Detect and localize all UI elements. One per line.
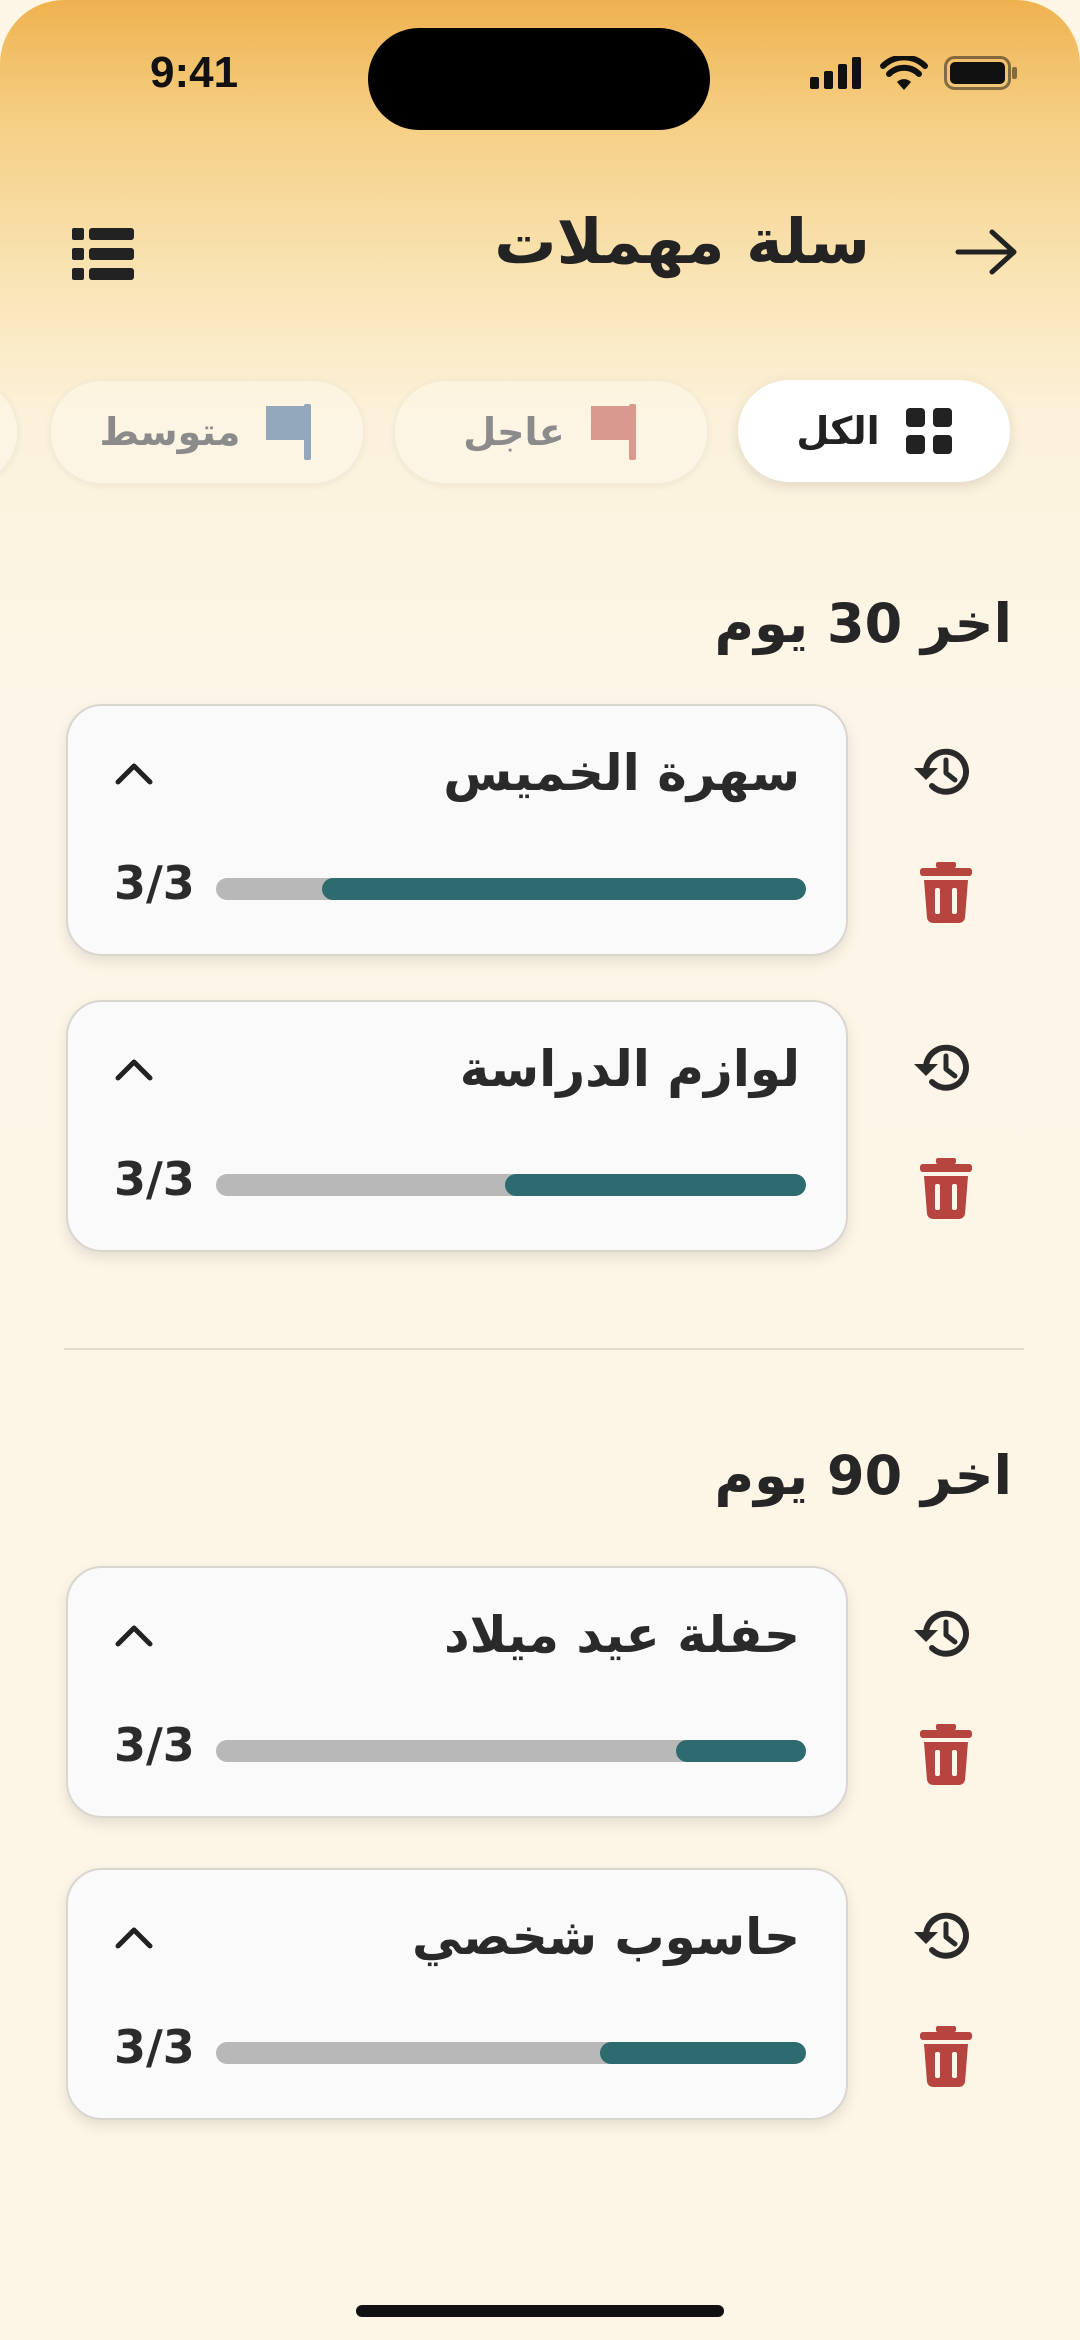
progress-bar — [216, 2042, 806, 2064]
item-count: 3/3 — [114, 1152, 195, 1206]
list-card[interactable]: حاسوب شخصي 3/3 — [66, 1868, 848, 2120]
item-count: 3/3 — [114, 856, 195, 910]
chevron-up-icon[interactable] — [112, 758, 156, 788]
list-name: حفلة عيد ميلاد — [443, 1606, 800, 1664]
section-divider — [64, 1348, 1024, 1350]
status-time: 9:41 — [150, 48, 239, 97]
home-indicator[interactable] — [356, 2305, 724, 2317]
status-icons — [810, 56, 1018, 90]
cellular-signal-icon — [810, 57, 861, 89]
restore-history-icon[interactable] — [912, 1036, 976, 1100]
list-card[interactable]: سهرة الخميس 3/3 — [66, 704, 848, 956]
list-menu-icon[interactable] — [72, 228, 134, 280]
trash-icon[interactable] — [914, 860, 978, 924]
filter-chip-urgent[interactable]: عاجل — [394, 380, 708, 484]
progress-fill — [505, 1174, 806, 1196]
restore-history-icon[interactable] — [912, 740, 976, 804]
filter-chip-label: الكل — [796, 409, 880, 453]
trash-icon[interactable] — [914, 1156, 978, 1220]
item-count: 3/3 — [114, 2020, 195, 2074]
section-title: اخر 90 يوم — [714, 1444, 1013, 1507]
chevron-up-icon[interactable] — [112, 1054, 156, 1084]
trash-icon[interactable] — [914, 1722, 978, 1786]
list-name: حاسوب شخصي — [411, 1908, 800, 1966]
progress-fill — [676, 1740, 806, 1762]
list-card[interactable]: لوازم الدراسة 3/3 — [66, 1000, 848, 1252]
grid-icon — [905, 408, 952, 454]
chevron-up-icon[interactable] — [112, 1620, 156, 1650]
chevron-up-icon[interactable] — [112, 1922, 156, 1952]
trash-icon[interactable] — [914, 2024, 978, 2088]
flag-icon — [266, 404, 312, 460]
filter-chip-label: عاجل — [463, 410, 565, 454]
item-count: 3/3 — [114, 1718, 195, 1772]
list-name: لوازم الدراسة — [459, 1040, 800, 1098]
filter-chip-all[interactable]: الكل — [738, 380, 1010, 482]
filter-chip-label: متوسط — [99, 410, 241, 454]
back-arrow-icon[interactable] — [952, 222, 1022, 282]
wifi-icon — [880, 56, 928, 90]
restore-history-icon[interactable] — [912, 1602, 976, 1666]
battery-icon — [944, 56, 1017, 90]
list-card[interactable]: حفلة عيد ميلاد 3/3 — [66, 1566, 848, 1818]
list-name: سهرة الخميس — [443, 744, 800, 802]
flag-icon — [590, 404, 636, 460]
progress-bar — [216, 878, 806, 900]
progress-bar — [216, 1740, 806, 1762]
progress-bar — [216, 1174, 806, 1196]
filter-chip-partial[interactable] — [0, 380, 18, 484]
progress-fill — [599, 2042, 806, 2064]
dynamic-island — [368, 28, 710, 130]
app-screen: 9:41 سلة مهملات الكل عاجل متوسط اخر 30 ي… — [0, 0, 1080, 2340]
page-title: سلة مهملات — [494, 205, 870, 278]
section-title: اخر 30 يوم — [714, 592, 1013, 655]
restore-history-icon[interactable] — [912, 1904, 976, 1968]
progress-fill — [322, 878, 806, 900]
filter-chip-medium[interactable]: متوسط — [50, 380, 364, 484]
